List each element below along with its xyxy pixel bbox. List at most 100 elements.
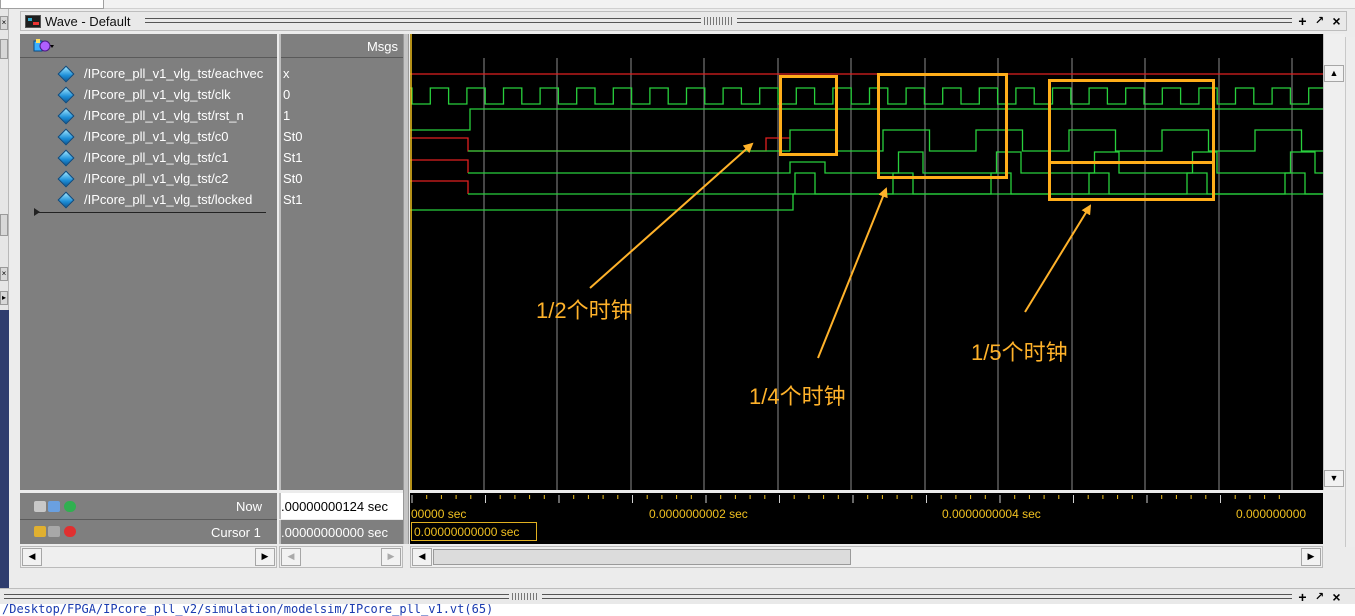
edge-tab[interactable] xyxy=(0,214,8,236)
ruler-label: 0.0000000004 sec xyxy=(942,507,1041,521)
signal-name: /IPcore_pll_v1_vlg_tst/locked xyxy=(84,192,253,207)
wave-window-titlebar[interactable]: Wave - Default + ↗ × xyxy=(20,11,1347,31)
signal-row[interactable]: /IPcore_pll_v1_vlg_tst/c1 xyxy=(57,149,275,170)
transcript-path-text: /Desktop/FPGA/IPcore_pll_v2/simulation/m… xyxy=(2,604,494,616)
title-rule xyxy=(542,598,1292,599)
vertical-scrollbar[interactable]: ▲ ▼ xyxy=(1323,60,1345,490)
title-rule xyxy=(542,594,1292,595)
close-button[interactable]: × xyxy=(1329,13,1344,29)
value-hscrollbar[interactable]: ◀ ▶ xyxy=(279,546,403,568)
signal-icon xyxy=(57,149,75,167)
cursor-time-box[interactable]: 0.00000000000 sec xyxy=(411,522,537,541)
edge-tab[interactable] xyxy=(0,39,8,59)
signal-value: St0 xyxy=(283,129,303,144)
top-strip xyxy=(0,0,1355,9)
signal-icon xyxy=(57,107,75,125)
name-pane-header xyxy=(20,34,277,58)
right-edge-panel xyxy=(1345,37,1355,547)
wave-header xyxy=(410,34,1323,58)
name-hscrollbar[interactable]: ◀ ▶ xyxy=(20,546,277,568)
left-edge-blue-panel xyxy=(0,310,9,590)
signal-name: /IPcore_pll_v1_vlg_tst/eachvec xyxy=(84,66,264,81)
add-pane-button[interactable]: + xyxy=(1295,13,1310,29)
title-rule xyxy=(4,594,509,595)
signal-value: 0 xyxy=(283,87,291,102)
signal-value: St1 xyxy=(283,150,303,165)
footer-divider xyxy=(20,519,277,520)
drag-grip-icon[interactable] xyxy=(704,17,734,25)
time-ruler[interactable]: 00000 sec 0.0000000002 sec 0.0000000004 … xyxy=(410,493,1323,544)
signal-row[interactable]: /IPcore_pll_v1_vlg_tst/rst_n xyxy=(57,107,275,128)
annotation-label: 1/5个时钟 xyxy=(971,340,1068,365)
footer-name-area: Now Cursor 1 xyxy=(20,493,277,544)
delete-cursor-icon[interactable] xyxy=(64,526,76,537)
msgs-label: Msgs xyxy=(366,39,398,54)
highlight-box-c1 xyxy=(877,73,1008,179)
window-title: Wave - Default xyxy=(45,14,131,29)
ruler-label: 00000 sec xyxy=(411,507,467,521)
title-rule xyxy=(4,598,509,599)
signal-row[interactable]: /IPcore_pll_v1_vlg_tst/eachvec xyxy=(57,65,275,86)
lock-icon[interactable] xyxy=(34,526,46,537)
signal-row[interactable]: /IPcore_pll_v1_vlg_tst/c0 xyxy=(57,128,275,149)
scroll-left-icon[interactable]: ◀ xyxy=(412,548,432,566)
pane-splitter[interactable] xyxy=(403,34,409,544)
now-value: .00000000124 sec xyxy=(279,493,403,519)
edit-icon[interactable] xyxy=(48,526,60,537)
signal-icon xyxy=(57,86,75,104)
vscroll-header xyxy=(1323,34,1345,60)
signal-value: St0 xyxy=(283,171,303,186)
insert-icon[interactable] xyxy=(48,501,60,512)
wave-c2-undefined xyxy=(410,180,469,194)
scroll-left-icon[interactable]: ◀ xyxy=(22,548,42,566)
add-cursor-icon[interactable] xyxy=(64,501,76,512)
now-label: Now xyxy=(236,499,263,514)
signal-name: /IPcore_pll_v1_vlg_tst/c2 xyxy=(84,171,229,186)
edge-close-icon[interactable]: × xyxy=(0,267,8,281)
value-pane-header: Msgs xyxy=(281,34,403,58)
highlight-box-c0 xyxy=(779,75,838,156)
cursor-label: Cursor 1 xyxy=(211,525,261,540)
undock-button[interactable]: ↗ xyxy=(1312,13,1327,29)
transcript-pane: /Desktop/FPGA/IPcore_pll_v2/simulation/m… xyxy=(0,604,1355,616)
scroll-left-icon[interactable]: ◀ xyxy=(281,548,301,566)
close-button[interactable]: × xyxy=(1329,589,1344,605)
signal-value: St1 xyxy=(283,192,303,207)
signal-row[interactable]: /IPcore_pll_v1_vlg_tst/c2 xyxy=(57,170,275,191)
title-rule xyxy=(145,22,701,23)
hscroll-thumb[interactable] xyxy=(433,549,851,565)
edge-collapse-icon[interactable]: × xyxy=(0,16,8,30)
signal-value: 1 xyxy=(283,108,291,123)
annotation-label: 1/4个时钟 xyxy=(749,384,846,409)
scroll-right-icon[interactable]: ▶ xyxy=(255,548,275,566)
ruler-label: 0.0000000002 sec xyxy=(649,507,748,521)
title-rule xyxy=(737,18,1292,19)
signal-icon xyxy=(57,170,75,188)
cursor-value: .00000000000 sec xyxy=(279,520,403,544)
scroll-up-icon[interactable]: ▲ xyxy=(1324,65,1344,82)
undock-button[interactable]: ↗ xyxy=(1312,589,1327,605)
title-rule xyxy=(145,18,701,19)
wave-window-icon xyxy=(25,15,41,28)
edge-arrow-icon[interactable]: ▸ xyxy=(0,291,8,305)
wave-hscrollbar[interactable]: ◀ ▶ xyxy=(410,546,1323,568)
top-tab[interactable] xyxy=(0,0,104,9)
wave-c0-undefined xyxy=(410,137,790,152)
signal-row[interactable]: /IPcore_pll_v1_vlg_tst/locked xyxy=(57,191,275,212)
title-rule xyxy=(737,22,1292,23)
bottom-window-titlebar[interactable]: + ↗ × xyxy=(0,588,1355,605)
signal-name-pane: /IPcore_pll_v1_vlg_tst/eachvec/IPcore_pl… xyxy=(20,34,277,490)
add-pane-button[interactable]: + xyxy=(1295,589,1310,605)
signal-icon xyxy=(57,191,75,209)
signal-row[interactable]: /IPcore_pll_v1_vlg_tst/clk xyxy=(57,86,275,107)
signal-value: x xyxy=(283,66,290,81)
scroll-right-icon[interactable]: ▶ xyxy=(1301,548,1321,566)
drag-grip-icon[interactable] xyxy=(512,593,538,600)
ruler-ticks xyxy=(411,495,1280,503)
ruler-label: 0.000000000 xyxy=(1236,507,1307,521)
scroll-right-icon[interactable]: ▶ xyxy=(381,548,401,566)
wave-c1-undefined xyxy=(410,159,469,173)
scroll-down-icon[interactable]: ▼ xyxy=(1324,470,1344,487)
wave-tools-icon[interactable] xyxy=(33,38,55,54)
layout-icon[interactable] xyxy=(34,501,46,512)
